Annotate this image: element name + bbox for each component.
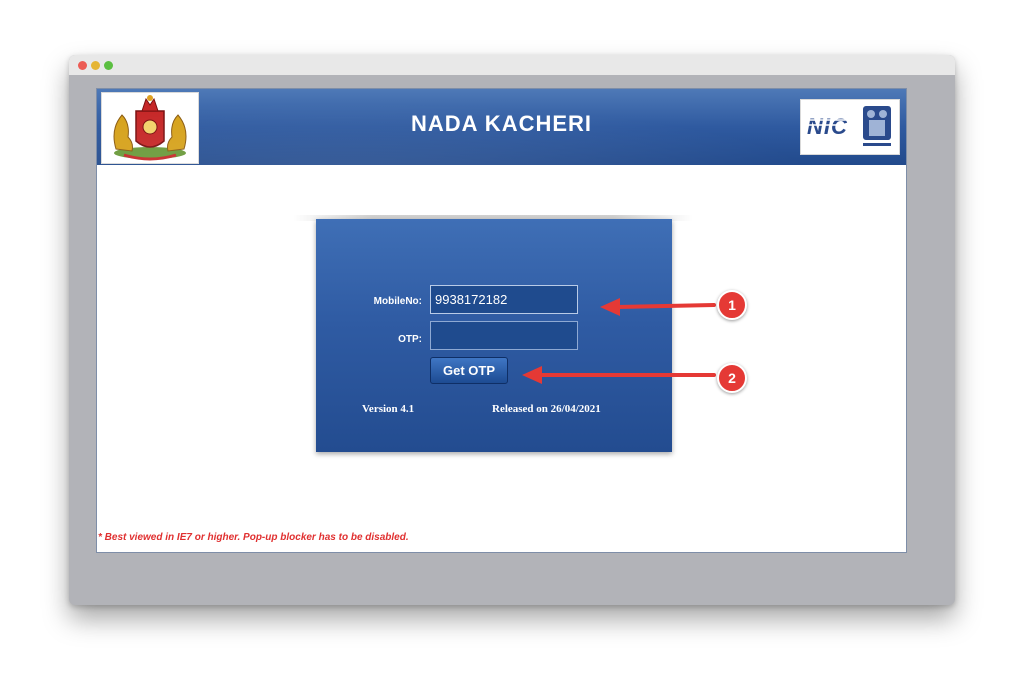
step-2-callout: 2 <box>717 363 747 393</box>
step-1-callout: 1 <box>717 290 747 320</box>
arrow-1-head-icon <box>600 298 620 316</box>
arrow-2-head-icon <box>522 366 542 384</box>
arrow-1-line <box>615 303 716 309</box>
annotation-arrows <box>522 298 716 384</box>
